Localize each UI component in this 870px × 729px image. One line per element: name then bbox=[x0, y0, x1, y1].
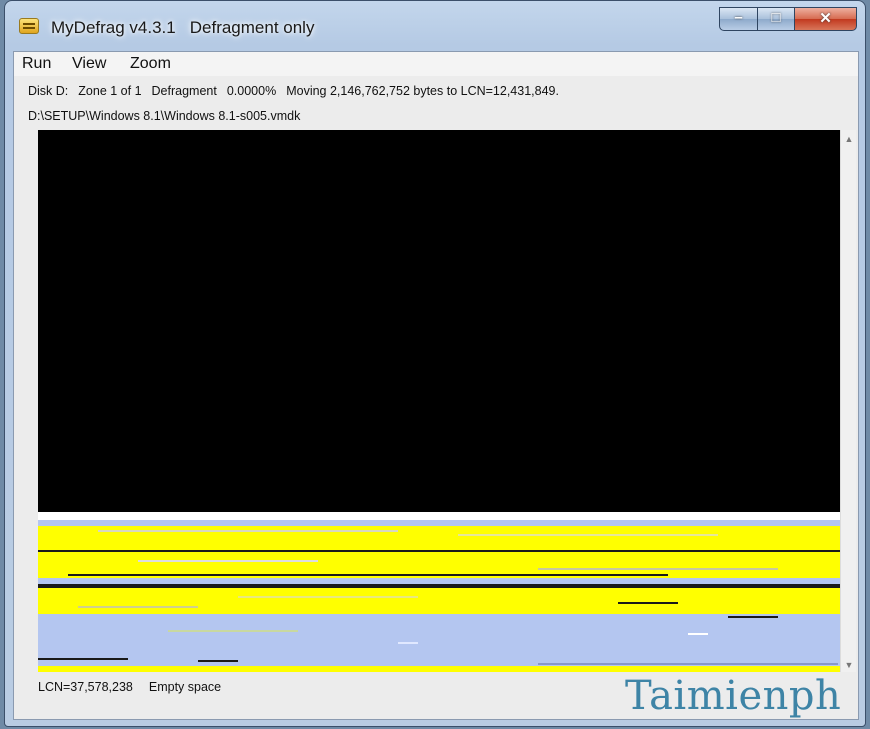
status-percent: 0.0000% bbox=[226, 84, 277, 98]
current-file-path: D:\SETUP\Windows 8.1\Windows 8.1-s005.vm… bbox=[28, 109, 301, 123]
cluster-band bbox=[38, 666, 840, 672]
cluster-streak bbox=[238, 596, 418, 598]
cluster-streak bbox=[168, 630, 298, 632]
cluster-streak bbox=[538, 568, 778, 570]
cluster-streak bbox=[78, 606, 198, 608]
status-action: Defragment bbox=[151, 84, 217, 98]
scroll-up-arrow-icon[interactable]: ▲ bbox=[841, 134, 857, 144]
cluster-streak bbox=[198, 660, 238, 662]
watermark-logo: Taimienph bbox=[625, 673, 842, 719]
window-title: MyDefrag v4.3.1 Defragment only bbox=[51, 18, 314, 38]
close-icon: ✕ bbox=[819, 10, 832, 27]
footer-cluster-info: Empty space bbox=[148, 680, 222, 694]
minimize-icon: – bbox=[734, 9, 743, 26]
cluster-streak bbox=[688, 633, 708, 635]
mydefrag-app-icon[interactable] bbox=[19, 18, 39, 34]
cluster-streak bbox=[618, 602, 678, 604]
maximize-icon: □ bbox=[771, 9, 781, 26]
maximize-button[interactable]: □ bbox=[757, 7, 795, 31]
cluster-band bbox=[38, 588, 840, 614]
scroll-down-arrow-icon[interactable]: ▼ bbox=[841, 660, 857, 670]
cluster-streak bbox=[138, 560, 318, 562]
mode-name: Defragment only bbox=[189, 18, 315, 37]
status-message: Moving 2,146,762,752 bytes to LCN=12,431… bbox=[286, 84, 559, 98]
cluster-streak bbox=[458, 534, 718, 536]
cluster-streak bbox=[98, 530, 398, 532]
cluster-streak bbox=[68, 574, 668, 576]
cluster-streak bbox=[398, 642, 418, 644]
minimize-button[interactable]: – bbox=[719, 7, 758, 31]
status-zone: Zone 1 of 1 bbox=[78, 84, 142, 98]
cluster-streak bbox=[38, 658, 128, 660]
menu-view[interactable]: View bbox=[72, 55, 106, 73]
menu-zoom[interactable]: Zoom bbox=[130, 55, 171, 73]
cluster-band bbox=[38, 512, 840, 520]
cluster-streak bbox=[728, 616, 778, 618]
app-name: MyDefrag v4.3.1 bbox=[51, 18, 176, 37]
status-disk: Disk D: bbox=[28, 84, 69, 98]
disk-cluster-map[interactable] bbox=[38, 130, 840, 672]
vertical-scrollbar[interactable]: ▲ ▼ bbox=[840, 130, 856, 672]
footer-lcn-value: LCN=37,578,238 bbox=[38, 680, 133, 694]
title-bar[interactable]: MyDefrag v4.3.1 Defragment only – □ ✕ bbox=[5, 1, 865, 49]
menu-run[interactable]: Run bbox=[22, 55, 51, 73]
client-area: Run View Zoom Disk D: Zone 1 of 1 Defragme… bbox=[13, 51, 859, 720]
cluster-band bbox=[38, 620, 840, 666]
menu-bar: Run View Zoom bbox=[14, 52, 858, 76]
status-line: Disk D: Zone 1 of 1 Defragment 0.0000% Movin… bbox=[28, 84, 569, 98]
footer-status: LCN=37,578,238 Empty space bbox=[38, 680, 221, 694]
cluster-streak bbox=[538, 663, 838, 665]
cluster-streak bbox=[268, 586, 328, 588]
application-window: MyDefrag v4.3.1 Defragment only – □ ✕ Run… bbox=[4, 0, 866, 727]
close-button[interactable]: ✕ bbox=[794, 7, 857, 31]
